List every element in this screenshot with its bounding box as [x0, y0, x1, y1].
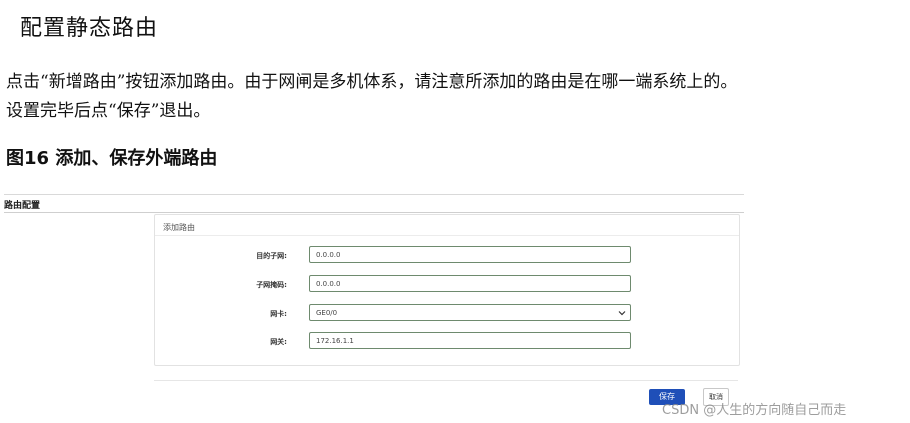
gateway-label: 网关:	[270, 338, 287, 346]
divider	[154, 380, 738, 381]
dest-subnet-label: 目的子网:	[256, 252, 287, 260]
divider	[155, 235, 739, 236]
section-title: 路由配置	[4, 201, 41, 211]
nic-label: 网卡:	[270, 310, 287, 318]
nic-select-value: GE0/0	[316, 309, 338, 317]
subnet-mask-label: 子网掩码:	[256, 281, 287, 289]
paragraph-line-1: 点击“新增路由”按钮添加路由。由于网闸是多机体系，请注意所添加的路由是在哪一端系…	[6, 72, 738, 92]
form-row-dest-subnet: 目的子网: 0.0.0.0	[155, 246, 739, 266]
figure-caption: 图16 添加、保存外端路由	[6, 148, 218, 169]
chevron-down-icon	[618, 311, 626, 316]
add-route-panel: 添加路由 目的子网: 0.0.0.0 子网掩码: 0.0.0.0 网卡: GE0…	[154, 214, 740, 366]
subnet-mask-input[interactable]: 0.0.0.0	[309, 275, 631, 292]
form-row-subnet-mask: 子网掩码: 0.0.0.0	[155, 275, 739, 295]
divider	[4, 194, 744, 195]
embedded-screenshot: 路由配置 添加路由 目的子网: 0.0.0.0 子网掩码: 0.0.0.0 网卡…	[4, 190, 744, 420]
panel-title: 添加路由	[163, 223, 195, 232]
paragraph-line-2: 设置完毕后点“保存”退出。	[6, 101, 211, 121]
nic-select[interactable]: GE0/0	[309, 304, 631, 321]
instruction-paragraph: 点击“新增路由”按钮添加路由。由于网闸是多机体系，请注意所添加的路由是在哪一端系…	[6, 68, 906, 126]
form-row-nic: 网卡: GE0/0	[155, 304, 739, 324]
gateway-input[interactable]: 172.16.1.1	[309, 332, 631, 349]
doc-heading: 配置静态路由	[20, 16, 159, 41]
divider	[4, 212, 744, 213]
csdn-watermark: CSDN @人生的方向随自己而走	[662, 403, 847, 418]
dest-subnet-input[interactable]: 0.0.0.0	[309, 246, 631, 263]
form-row-gateway: 网关: 172.16.1.1	[155, 332, 739, 352]
